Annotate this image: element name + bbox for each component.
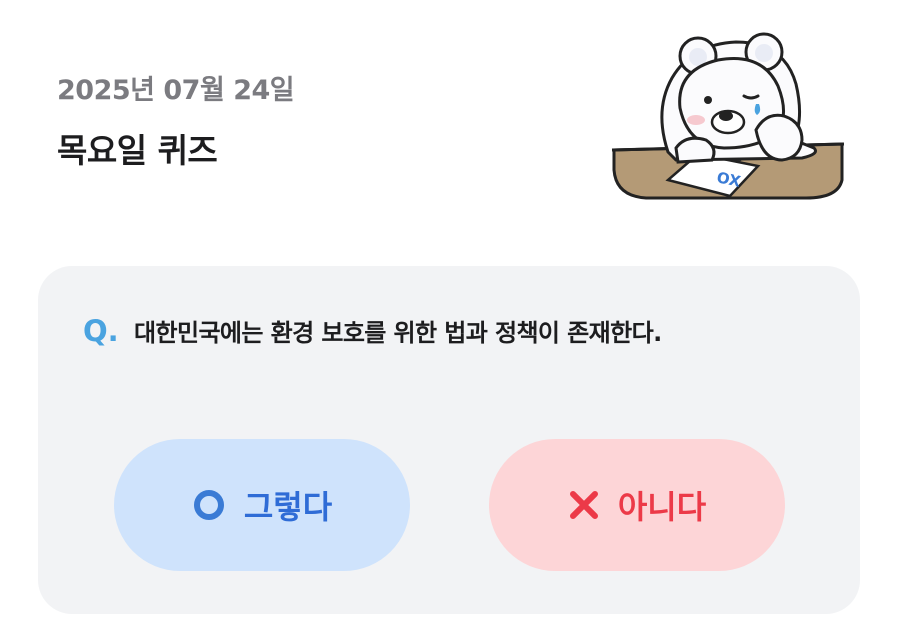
- question-label: Q.: [83, 314, 119, 348]
- page-title: 목요일 퀴즈: [57, 131, 218, 170]
- cross-x-icon: [568, 489, 600, 521]
- bear-mascot-icon: OX: [606, 30, 854, 208]
- quiz-date: 2025년 07월 24일: [57, 75, 295, 106]
- answer-yes-button[interactable]: 그렇다: [114, 439, 410, 571]
- circle-o-icon: [192, 488, 226, 522]
- answer-no-button[interactable]: 아니다: [489, 439, 785, 571]
- answer-no-label: 아니다: [617, 488, 707, 526]
- question-text: 대한민국에는 환경 보호를 위한 법과 정책이 존재한다.: [134, 319, 662, 347]
- answer-yes-label: 그렇다: [243, 488, 333, 526]
